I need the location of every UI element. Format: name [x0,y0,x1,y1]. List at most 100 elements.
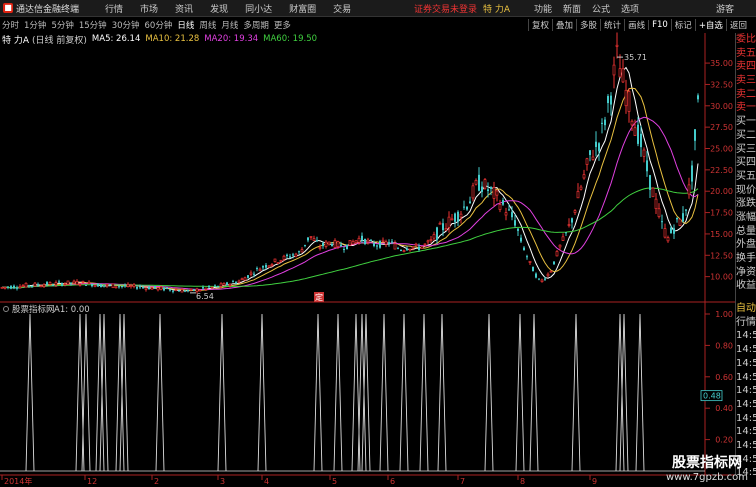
quote-row-label: 净资 [736,266,756,278]
user-guest[interactable]: 游客 [716,2,734,15]
candle-up [276,262,280,264]
chart-annotations: 35.71 6.54 定 [190,53,647,302]
multi-stock-button[interactable]: 多股 [576,19,600,31]
link-options[interactable]: 选项 [621,2,639,15]
menu-market[interactable]: 行情 [105,2,123,15]
candle-up [240,278,244,281]
candle-up [48,282,52,285]
tab-5min[interactable]: 5分钟 [51,19,73,31]
candle-down [169,289,171,291]
candle-down [598,143,600,152]
candle-down [436,227,438,240]
candle-up [300,249,304,253]
candle-down [166,287,168,289]
candle-down [298,251,300,253]
tab-1min[interactable]: 1分钟 [24,19,46,31]
candle-up [579,186,583,190]
menu-markets[interactable]: 市场 [140,2,158,15]
candle-down [256,268,258,270]
candle-down [388,242,390,245]
f10-button[interactable]: F10 [648,20,671,30]
ma10-line [2,87,699,291]
candle-down [376,245,378,247]
candle-up [282,255,286,260]
mark-button[interactable]: 标记 [670,19,695,31]
quote-row-label: 涨跌 [736,198,756,210]
candle-down [418,246,420,250]
link-formula[interactable]: 公式 [592,2,610,15]
adjust-button[interactable]: 复权 [528,19,552,31]
ma60-label: MA60: 19.50 [263,34,318,44]
price-tick-label: 15.00 [710,230,733,239]
tab-timeshare[interactable]: 分时 [2,19,19,31]
candle-up [411,246,415,249]
candle-down [172,290,174,292]
tab-15min[interactable]: 15分钟 [79,19,107,31]
link-new-page[interactable]: 新面 [563,2,581,15]
tick-time: 14:5 [736,385,756,397]
tab-weekly[interactable]: 周线 [199,19,216,31]
quote-row-label: 现价 [736,184,756,196]
candle-down [163,287,165,291]
candle-down [400,249,402,251]
chart-mode[interactable]: (日线 前复权) [32,33,87,46]
tab-monthly[interactable]: 月线 [221,19,238,31]
candle-up [72,280,76,284]
candle-up [357,237,361,243]
candle-up [492,187,496,199]
indicator-tick-label: 1.00 [715,310,733,319]
tick-time: 14:5 [736,439,756,451]
app-logo-icon: ■ [3,3,13,13]
statistics-button[interactable]: 统计 [600,19,624,31]
ma20-line [2,116,699,290]
quote-row-label: 买三 [736,143,756,155]
add-watchlist-button[interactable]: +自选 [694,19,726,31]
indicator-spike [217,313,227,472]
candle-up [228,283,232,286]
ma10-label: MA10: 21.28 [145,34,200,44]
candle-down [391,241,393,243]
indicator-spike [529,313,539,472]
price-tick-label: 10.00 [710,273,733,282]
tab-60min[interactable]: 60分钟 [145,19,173,31]
price-tick-label: 25.00 [710,145,733,154]
menu-trade[interactable]: 交易 [333,2,351,15]
quote-side-panel: 委比 卖五 卖四 卖三 卖二 卖一 买一 买二 买三 买四 买五 现价 涨跌 涨幅 总量 外盘 换手 净资 收益 自动… [735,33,756,475]
back-button[interactable]: 返回 [725,19,750,31]
candle-up [105,284,109,287]
menu-tongxiaoda[interactable]: 同小达 [245,2,272,15]
tick-time: 14:5 [736,398,756,410]
tab-30min[interactable]: 30分钟 [112,19,140,31]
candle-down [97,283,99,287]
candle-down [670,227,672,234]
tick-tab[interactable]: 自动 [736,302,756,316]
candle-down [142,287,144,289]
tab-multi-period[interactable]: 多周期 [243,19,269,31]
link-functions[interactable]: 功能 [534,2,552,15]
tick-tab[interactable]: 行情 [736,316,756,330]
quote-row-label: 总量 [736,225,756,237]
candle-down [604,119,606,126]
tab-daily[interactable]: 日线 [177,19,194,31]
quote-row-label: 卖五 [736,47,756,59]
candle-up [573,210,577,213]
draw-line-button[interactable]: 画线 [624,19,648,31]
candle-down [517,228,519,231]
indicator-spike [115,313,125,472]
chart-area[interactable]: 35.00 32.50 30.00 27.50 25.00 22.50 20.00 17.50… [0,0,756,487]
price-tick-label: 32.50 [710,80,733,89]
candle-down [304,244,306,246]
tab-more[interactable]: 更多 [274,19,291,31]
quote-row-label: 买五 [736,170,756,182]
login-status[interactable]: 证券交易未登录 [414,2,477,15]
candle-down [148,286,150,290]
candle-up [663,228,667,238]
candle-down [307,237,309,241]
indicator-spike [99,313,109,472]
candle-up [450,218,454,221]
candle-down [154,286,156,289]
menu-discover[interactable]: 发现 [210,2,228,15]
overlay-button[interactable]: 叠加 [552,19,576,31]
menu-wealth-circle[interactable]: 财富圈 [289,2,316,15]
menu-news[interactable]: 资讯 [175,2,193,15]
